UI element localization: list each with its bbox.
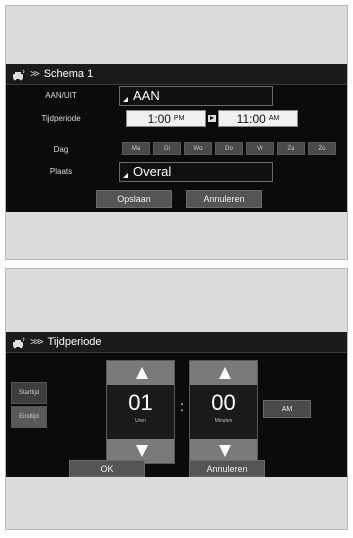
- hours-value: 01: [128, 390, 153, 415]
- page-title: Tijdperiode: [47, 336, 102, 348]
- place-value: Overal: [133, 164, 172, 179]
- day-button-wo[interactable]: Wo: [184, 142, 212, 155]
- schedule-panel: >> Schema 1 AAN/UIT AAN Tijdperiode 1:00…: [5, 5, 348, 260]
- day-button-vr[interactable]: Vr: [246, 142, 274, 155]
- minutes-up-button[interactable]: [190, 361, 257, 385]
- place-label: Plaats: [49, 167, 73, 176]
- cancel-button[interactable]: Annuleren: [189, 460, 265, 477]
- hours-unit: Uren: [135, 418, 146, 424]
- onoff-label: AAN/UIT: [45, 91, 77, 100]
- day-button-di[interactable]: Di: [153, 142, 181, 155]
- onoff-field[interactable]: AAN: [119, 86, 273, 106]
- page-title: Schema 1: [43, 68, 94, 80]
- end-ampm: AM: [268, 115, 280, 122]
- end-time-value: 11:00: [236, 111, 266, 126]
- breadcrumb-chevron-icon: >>>: [30, 336, 43, 348]
- day-button-zo[interactable]: Zo: [308, 142, 336, 155]
- cancel-button[interactable]: Annuleren: [186, 190, 262, 208]
- hours-spinner: 01 Uren: [106, 360, 175, 464]
- day-button-za[interactable]: Za: [277, 142, 305, 155]
- period-screen: >>> Tijdperiode Starttijd Eindtijd 01 Ur…: [6, 332, 347, 477]
- ok-button[interactable]: OK: [69, 460, 145, 477]
- minutes-spinner: 00 Minuten: [189, 360, 258, 464]
- period-panel: >>> Tijdperiode Starttijd Eindtijd 01 Ur…: [5, 268, 348, 530]
- day-label: Dag: [53, 145, 69, 154]
- period-label: Tijdperiode: [41, 114, 81, 123]
- car-icon: [12, 68, 26, 81]
- period-header: >>> Tijdperiode: [6, 332, 347, 353]
- breadcrumb-chevron-icon: >>: [30, 68, 40, 80]
- corner-tick-icon: [123, 97, 128, 102]
- end-time-tab[interactable]: Eindtijd: [11, 406, 47, 428]
- start-time-tab[interactable]: Starttijd: [11, 382, 47, 404]
- day-button-ma[interactable]: Ma: [122, 142, 150, 155]
- start-time-value: 1:00: [147, 111, 171, 126]
- onoff-value: AAN: [133, 88, 160, 103]
- schedule-header: >> Schema 1: [6, 64, 347, 85]
- day-button-do[interactable]: Do: [215, 142, 243, 155]
- start-ampm: PM: [173, 115, 185, 122]
- ampm-toggle[interactable]: AM: [263, 400, 311, 418]
- place-field[interactable]: Overal: [119, 162, 273, 182]
- corner-tick-icon: [123, 173, 128, 178]
- end-time-field[interactable]: 11:00 AM: [218, 110, 298, 127]
- hours-up-button[interactable]: [107, 361, 174, 385]
- start-time-field[interactable]: 1:00 PM: [126, 110, 206, 127]
- arrow-right-icon: [208, 115, 216, 122]
- minutes-unit: Minuten: [214, 418, 233, 424]
- save-button[interactable]: Opslaan: [96, 190, 172, 208]
- minutes-value: 00: [211, 390, 236, 415]
- schedule-screen: >> Schema 1 AAN/UIT AAN Tijdperiode 1:00…: [6, 64, 347, 212]
- time-separator: :: [180, 398, 184, 414]
- car-icon: [12, 336, 26, 349]
